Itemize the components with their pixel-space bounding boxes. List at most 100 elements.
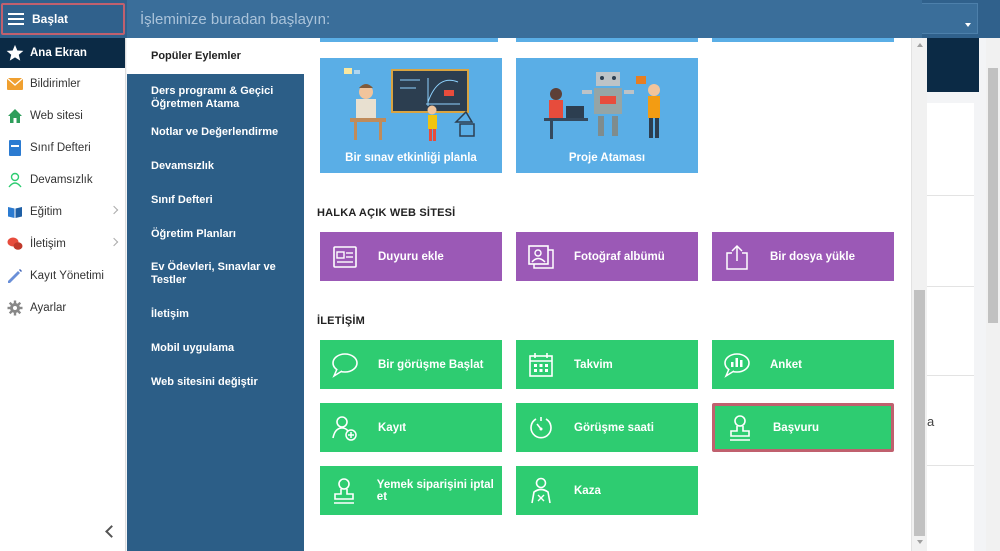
sidebar-item-registration[interactable]: Kayıt Yönetimi <box>0 260 125 292</box>
background-text: a <box>927 414 935 429</box>
pencil-icon <box>6 267 24 285</box>
sidebar-item-label: Kayıt Yönetimi <box>30 270 104 282</box>
tile-calendar[interactable]: Takvim <box>516 340 698 389</box>
tile-label: Kaza <box>574 484 601 497</box>
tile-label: Yemek siparişini iptal et <box>376 478 494 503</box>
sidebar-item-label: Eğitim <box>30 206 62 218</box>
tile-add-announcement[interactable]: Duyuru ekle <box>320 232 502 281</box>
category-edit-website[interactable]: Web sitesini değiştir <box>127 365 304 399</box>
panel-scrollbar[interactable] <box>911 38 927 551</box>
tile-label: Duyuru ekle <box>378 250 444 263</box>
tile-meeting-hours[interactable]: Görüşme saati <box>516 403 698 452</box>
category-timetable[interactable]: Ders programı & Geçici Öğretmen Atama <box>127 78 304 117</box>
tile-label: Proje Ataması <box>568 152 646 164</box>
add-user-icon <box>330 413 360 443</box>
divider <box>927 286 974 287</box>
tile-upload-file[interactable]: Bir dosya yükle <box>712 232 894 281</box>
selection-highlight <box>712 403 894 452</box>
divider <box>927 375 974 376</box>
upload-icon <box>722 242 752 272</box>
scroll-up-arrow-icon[interactable] <box>917 43 923 47</box>
category-class-register[interactable]: Sınıf Defteri <box>127 183 304 217</box>
sidebar-item-label: İletişim <box>30 238 66 250</box>
announcement-icon <box>330 242 360 272</box>
gear-icon <box>6 299 24 317</box>
tile-label: Kayıt <box>378 421 407 434</box>
timer-icon <box>526 413 556 443</box>
sidebar-item-communication[interactable]: İletişim <box>0 228 125 260</box>
category-teaching-plans[interactable]: Öğretim Planları <box>127 217 304 251</box>
sidebar-item-notifications[interactable]: Bildirimler <box>0 68 125 100</box>
category-grades[interactable]: Notlar ve Değerlendirme <box>127 117 304 147</box>
home-icon <box>6 107 24 125</box>
star-icon <box>6 44 24 62</box>
scroll-down-arrow-icon[interactable] <box>917 540 923 544</box>
context-select[interactable] <box>922 3 978 34</box>
section-title-communication: İLETİŞİM <box>317 315 366 327</box>
sidebar-item-label: Bildirimler <box>30 78 81 90</box>
tile-plan-exam[interactable]: Bir sınav etkinliği planla <box>320 58 502 173</box>
category-menu: Popüler Eylemler Ders programı & Geçici … <box>127 38 304 551</box>
chevron-right-icon <box>109 237 119 247</box>
calendar-icon <box>526 350 556 380</box>
category-homework[interactable]: Ev Ödevleri, Sınavlar ve Testler <box>127 251 304 297</box>
stamp-icon <box>330 476 359 506</box>
tile-accident[interactable]: Kaza <box>516 466 698 515</box>
tile-label: Görüşme saati <box>574 421 654 434</box>
sidebar-item-settings[interactable]: Ayarlar <box>0 292 125 324</box>
tile-label: Bir dosya yükle <box>770 250 856 263</box>
speech-bubble-icon <box>330 350 360 380</box>
chevron-right-icon <box>109 205 119 215</box>
tile-label: Bir görüşme Başlat <box>378 358 484 371</box>
sidebar-item-education[interactable]: Eğitim <box>0 196 125 228</box>
sidebar-item-home[interactable]: Ana Ekran <box>0 38 125 68</box>
chat-icon <box>6 235 24 253</box>
tile-poll[interactable]: Anket <box>712 340 894 389</box>
sidebar-item-label: Sınıf Defteri <box>30 142 91 154</box>
search-input[interactable] <box>127 0 922 38</box>
envelope-icon <box>6 75 24 93</box>
actions-panel: Bir sınav etkinliği planla Proje Ataması… <box>304 38 911 551</box>
sidebar: Ana Ekran Bildirimler Web sitesi Sınıf D… <box>0 38 126 551</box>
tile-label: Anket <box>770 358 802 371</box>
sidebar-item-label: Ana Ekran <box>30 47 87 59</box>
tile-label: Fotoğraf albümü <box>574 250 665 263</box>
classroom-illustration <box>344 68 475 141</box>
sidebar-item-website[interactable]: Web sitesi <box>0 100 125 132</box>
tile-photo-album[interactable]: Fotoğraf albümü <box>516 232 698 281</box>
start-menu-button[interactable]: Başlat <box>1 3 125 35</box>
partial-tile[interactable] <box>320 38 498 42</box>
chevron-down-icon <box>965 23 971 27</box>
section-title-public-website: HALKA AÇIK WEB SİTESİ <box>317 207 456 219</box>
robot-illustration <box>544 72 660 139</box>
top-bar: Başlat <box>0 0 1000 38</box>
sidebar-item-class-register[interactable]: Sınıf Defteri <box>0 132 125 164</box>
background-card <box>927 103 974 551</box>
category-absence[interactable]: Devamsızlık <box>127 149 304 183</box>
divider <box>927 465 974 466</box>
background-header <box>927 38 979 92</box>
partial-tile[interactable] <box>712 38 894 42</box>
tile-label: Bir sınav etkinliği planla <box>345 152 477 164</box>
tile-cancel-meal-order[interactable]: Yemek siparişini iptal et <box>320 466 502 515</box>
page-scrollbar[interactable] <box>986 38 1000 551</box>
collapse-sidebar-icon[interactable] <box>105 525 118 538</box>
sidebar-item-label: Ayarlar <box>30 302 67 314</box>
category-communication[interactable]: İletişim <box>127 297 304 331</box>
sidebar-item-absence[interactable]: Devamsızlık <box>0 164 125 196</box>
category-mobile-app[interactable]: Mobil uygulama <box>127 331 304 365</box>
category-popular-actions[interactable]: Popüler Eylemler <box>127 38 304 74</box>
poll-icon <box>722 350 752 380</box>
book-icon <box>6 203 24 221</box>
page-scroll-thumb[interactable] <box>988 68 998 323</box>
tile-project-assignment[interactable]: Proje Ataması <box>516 58 698 173</box>
tile-start-conversation[interactable]: Bir görüşme Başlat <box>320 340 502 389</box>
hamburger-icon <box>8 13 24 25</box>
partial-tile[interactable] <box>516 38 698 42</box>
scroll-thumb[interactable] <box>914 290 925 536</box>
tile-registration[interactable]: Kayıt <box>320 403 502 452</box>
sidebar-item-label: Web sitesi <box>30 110 83 122</box>
photo-album-icon <box>526 242 556 272</box>
divider <box>927 195 974 196</box>
start-label: Başlat <box>32 12 69 26</box>
